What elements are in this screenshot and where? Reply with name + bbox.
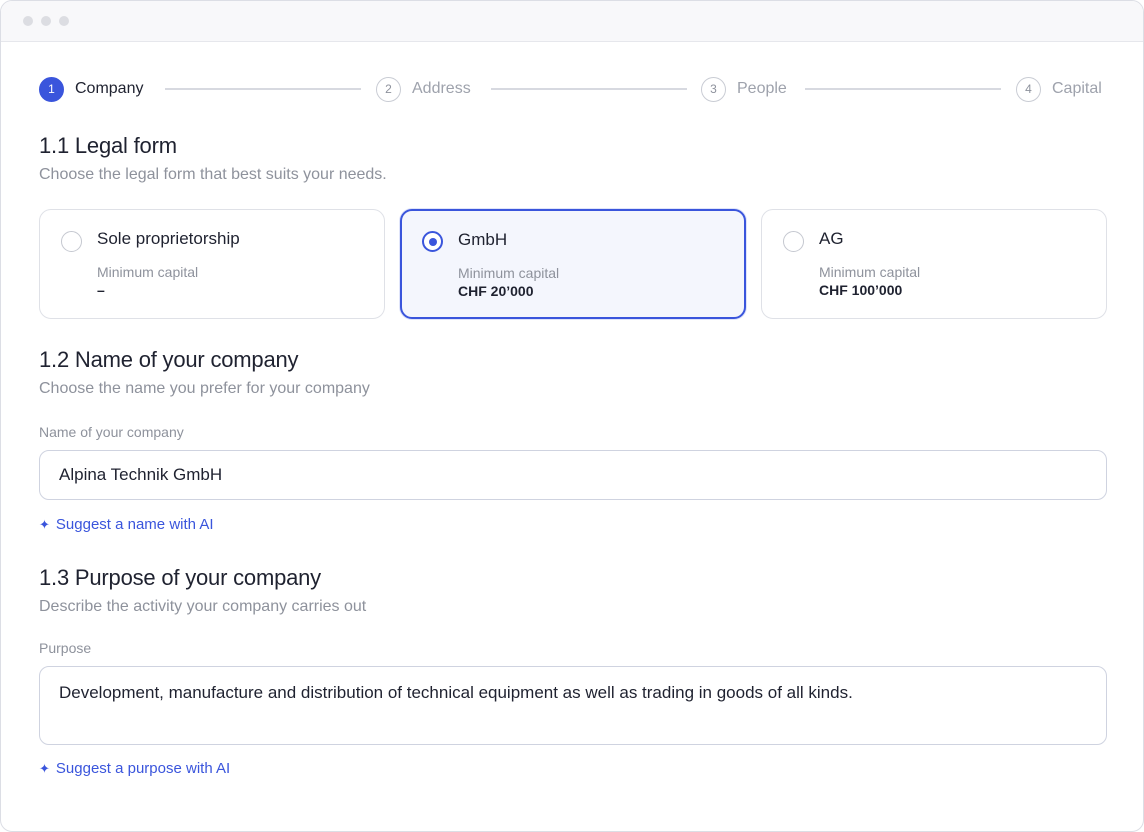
step-label: People — [737, 80, 787, 97]
progress-stepper: 1 Company 2 Address 3 People 4 Capital — [39, 76, 1107, 102]
purpose-textarea[interactable]: Development, manufacture and distributio… — [39, 666, 1107, 745]
purpose-label: Purpose — [39, 640, 92, 656]
option-capital-value: – — [97, 282, 105, 298]
option-capital-value: CHF 20’000 — [458, 283, 534, 299]
suggest-purpose-label: Suggest a purpose with AI — [55, 760, 231, 777]
legal-form-option-ag[interactable]: AG Minimum capital CHF 100’000 — [761, 209, 1107, 319]
step-label: Address — [412, 80, 471, 97]
step-number: 1 — [39, 76, 64, 102]
sparkle-icon: ✦ — [39, 516, 50, 532]
window-titlebar — [1, 1, 1143, 42]
window-dot-maximize[interactable] — [59, 16, 69, 26]
company-name-subtitle: Choose the name you prefer for your comp… — [39, 380, 370, 397]
step-label: Company — [75, 80, 144, 97]
radio-button[interactable] — [783, 231, 804, 252]
legal-form-subtitle: Choose the legal form that best suits yo… — [39, 166, 387, 183]
step-number: 2 — [376, 76, 401, 102]
option-title: GmbH — [458, 230, 508, 249]
step-capital[interactable]: 4 Capital — [1016, 76, 1102, 102]
legal-form-option-gmbh[interactable]: GmbH Minimum capital CHF 20’000 — [400, 209, 746, 319]
app-window: 1 Company 2 Address 3 People 4 Capital 1… — [0, 0, 1144, 832]
window-dot-close[interactable] — [23, 16, 33, 26]
company-name-input[interactable] — [39, 450, 1107, 500]
purpose-subtitle: Describe the activity your company carri… — [39, 598, 367, 615]
option-title: AG — [819, 229, 844, 248]
company-name-label: Name of your company — [39, 424, 184, 440]
step-label: Capital — [1052, 80, 1102, 97]
step-connector — [491, 88, 687, 90]
legal-form-option-sole-proprietorship[interactable]: Sole proprietorship Minimum capital – — [39, 209, 385, 319]
option-capital-value: CHF 100’000 — [819, 282, 903, 298]
suggest-purpose-ai-link[interactable]: ✦ Suggest a purpose with AI — [39, 760, 230, 777]
step-number: 4 — [1016, 76, 1041, 102]
option-title: Sole proprietorship — [97, 229, 240, 248]
option-capital-label: Minimum capital — [97, 264, 199, 280]
legal-form-title: 1.1 Legal form — [39, 133, 177, 158]
step-number: 3 — [701, 76, 726, 102]
radio-button-selected[interactable] — [422, 231, 443, 252]
step-connector — [805, 88, 1001, 90]
option-capital-label: Minimum capital — [819, 264, 921, 280]
purpose-title: 1.3 Purpose of your company — [39, 565, 321, 590]
radio-button[interactable] — [61, 231, 82, 252]
sparkle-icon: ✦ — [39, 760, 50, 776]
step-address[interactable]: 2 Address — [376, 76, 471, 102]
step-connector — [165, 88, 361, 90]
step-people[interactable]: 3 People — [701, 76, 787, 102]
suggest-name-label: Suggest a name with AI — [55, 516, 214, 533]
step-company[interactable]: 1 Company — [39, 76, 143, 102]
option-capital-label: Minimum capital — [458, 265, 560, 281]
window-dot-minimize[interactable] — [41, 16, 51, 26]
suggest-name-ai-link[interactable]: ✦ Suggest a name with AI — [39, 516, 214, 533]
company-name-title: 1.2 Name of your company — [39, 347, 299, 372]
